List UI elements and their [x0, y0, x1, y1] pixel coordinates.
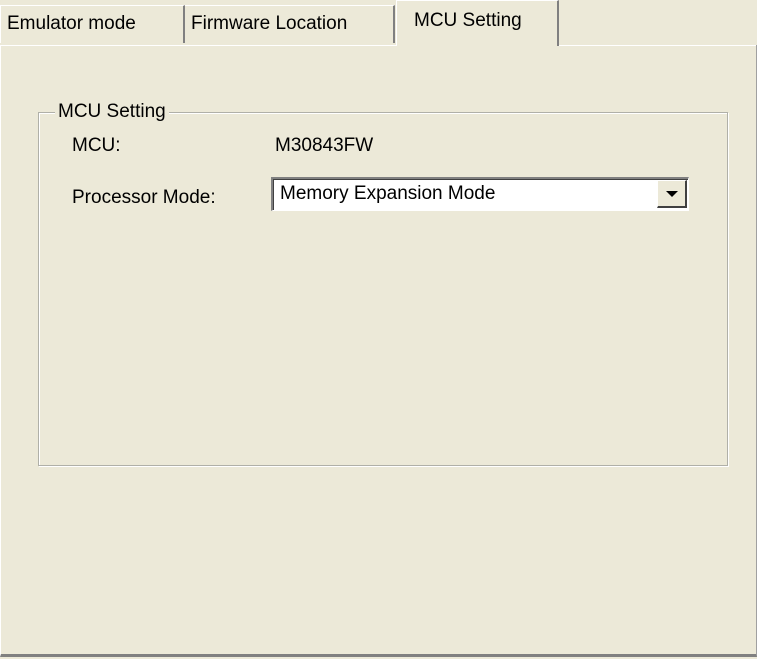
processor-mode-value: Memory Expansion Mode: [280, 183, 496, 204]
mcu-label: MCU:: [72, 135, 121, 156]
dropdown-button[interactable]: [657, 180, 687, 208]
processor-mode-label: Processor Mode:: [72, 187, 216, 208]
processor-mode-select[interactable]: Memory Expansion Mode: [271, 177, 689, 211]
settings-window: Emulator mode Firmware Location MCU Sett…: [0, 0, 757, 659]
tab-page-mcu-setting: MCU Setting MCU: M30843FW Processor Mode…: [0, 45, 757, 657]
tab-firmware-location[interactable]: Firmware Location: [185, 5, 395, 43]
tab-emulator-mode[interactable]: Emulator mode: [0, 5, 185, 43]
mcu-setting-group: MCU Setting MCU: M30843FW Processor Mode…: [38, 100, 728, 466]
tab-mcu-setting[interactable]: MCU Setting: [396, 0, 559, 46]
group-title: MCU Setting: [55, 100, 169, 124]
mcu-value: M30843FW: [275, 135, 374, 156]
tab-strip: Emulator mode Firmware Location MCU Sett…: [0, 0, 757, 46]
chevron-down-icon: [666, 191, 678, 197]
